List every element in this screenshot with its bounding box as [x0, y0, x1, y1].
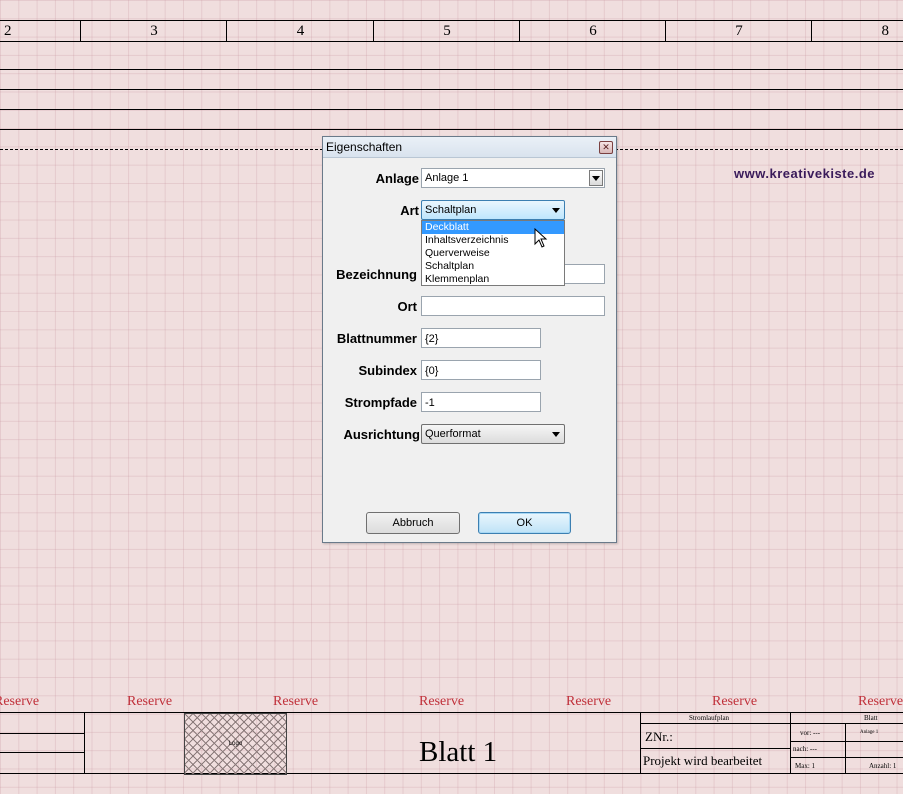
reserve-label: Reserve	[566, 694, 612, 709]
strompfade-input[interactable]: -1	[421, 392, 541, 412]
art-value: Schaltplan	[425, 204, 477, 216]
reserve-label: Reserve	[273, 694, 319, 709]
blatt-header-label: Blatt	[864, 714, 878, 722]
reserve-label: Reserve	[419, 694, 465, 709]
cancel-button[interactable]: Abbruch	[366, 512, 460, 534]
reserve-label: Reserve	[712, 694, 758, 709]
chevron-down-icon	[552, 208, 560, 213]
column-ruler: 2 3 4 5 6 7 8	[0, 20, 903, 42]
anlage-label: Anlage 1	[860, 730, 879, 735]
close-icon[interactable]: ✕	[599, 141, 613, 154]
ort-label: Ort	[397, 299, 418, 314]
anlage-label: Anlage	[375, 171, 419, 186]
anzahl-label: Anzahl: 1	[869, 762, 897, 770]
ort-input[interactable]	[421, 296, 605, 316]
max-label: Max: 1	[795, 762, 816, 770]
title-block-row-line	[640, 748, 790, 749]
strompfade-label: Strompfade	[344, 395, 417, 410]
reserve-label: Reserve	[0, 694, 40, 709]
title-block-row-line	[790, 757, 903, 758]
blattnummer-input[interactable]: {2}	[421, 328, 541, 348]
drawing-line	[0, 89, 903, 90]
title-block-row-line	[0, 733, 84, 734]
project-status: Projekt wird bearbeitet	[643, 753, 763, 768]
subindex-label: Subindex	[358, 363, 417, 378]
title-block-divider	[790, 712, 791, 774]
brand-watermark: www.kreativekiste.de	[734, 166, 876, 181]
blattnummer-label: Blattnummer	[336, 331, 417, 346]
plan-type-label: Stromlaufplan	[689, 714, 730, 722]
art-label: Art	[400, 203, 419, 218]
ok-button[interactable]: OK	[478, 512, 571, 534]
chevron-down-icon	[592, 176, 600, 181]
title-block-row-line	[0, 752, 84, 753]
anlage-dropdown-button[interactable]	[589, 170, 603, 186]
reserve-label: Reserve	[127, 694, 173, 709]
logo-placeholder: Logo	[184, 713, 287, 775]
mouse-cursor-icon	[534, 228, 548, 248]
drawing-line	[0, 109, 903, 110]
title-block-top	[0, 712, 903, 713]
chevron-down-icon	[552, 432, 560, 437]
title-block-divider	[640, 712, 641, 774]
ausrichtung-select[interactable]: Querformat	[421, 424, 565, 444]
ausrichtung-value: Querformat	[425, 428, 481, 440]
anlage-value: Anlage 1	[425, 172, 469, 184]
sheet-title: Blatt 1	[419, 736, 498, 768]
ruler-label: 5	[373, 21, 520, 41]
reserve-label: Reserve	[858, 694, 903, 709]
title-block-row-line	[640, 723, 903, 724]
subindex-input[interactable]: {0}	[421, 360, 541, 380]
art-option[interactable]: Schaltplan	[422, 260, 564, 273]
vor-label: vor: ---	[800, 729, 821, 737]
anlage-combo[interactable]: Anlage 1	[421, 168, 605, 188]
ruler-label: 3	[80, 21, 227, 41]
bezeichnung-label: Bezeichnung	[336, 267, 417, 282]
nach-label: nach: ---	[793, 745, 817, 753]
dialog-titlebar[interactable]: Eigenschaften ✕	[323, 137, 616, 158]
art-option[interactable]: Klemmenplan	[422, 273, 564, 286]
drawing-line	[0, 129, 903, 130]
title-block-divider	[84, 712, 85, 774]
ruler-label: 4	[226, 21, 374, 41]
ruler-label: 7	[665, 21, 812, 41]
znr-label: ZNr.:	[645, 729, 673, 744]
dialog-title: Eigenschaften	[326, 140, 403, 154]
ruler-label: 8	[811, 21, 903, 41]
ruler-label: 2	[0, 21, 79, 41]
ruler-label: 6	[519, 21, 666, 41]
ausrichtung-label: Ausrichtung	[343, 427, 420, 442]
title-block-row-line	[790, 741, 903, 742]
title-block-bottom	[0, 773, 903, 774]
title-block-divider	[845, 723, 846, 774]
art-option[interactable]: Querverweise	[422, 247, 564, 260]
art-select[interactable]: Schaltplan	[421, 200, 565, 220]
drawing-line	[0, 69, 903, 70]
